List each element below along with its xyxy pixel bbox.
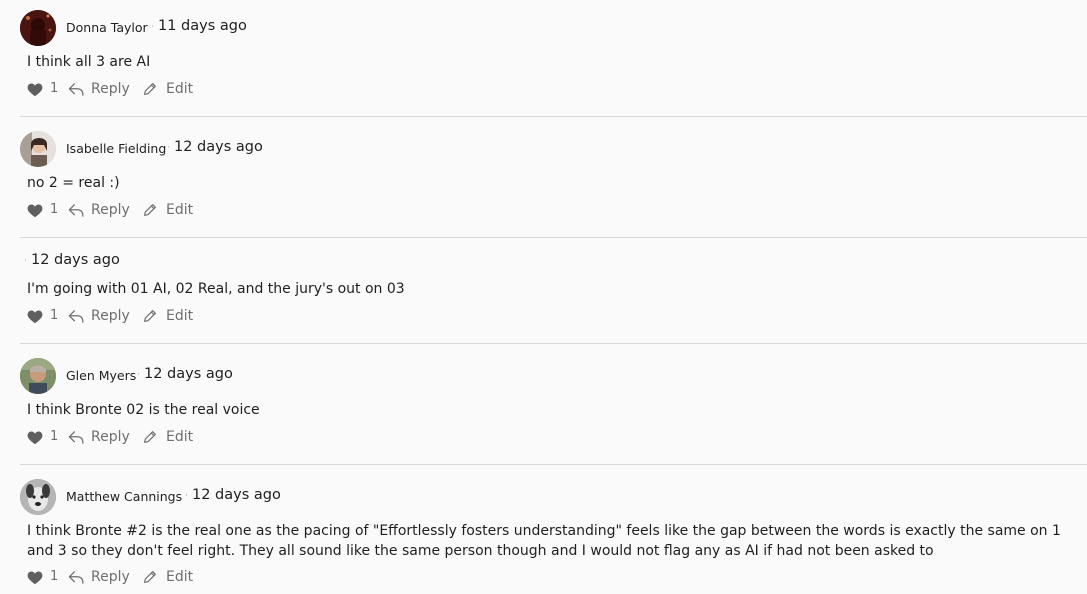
avatar[interactable] [20, 479, 56, 515]
reply-button[interactable]: Reply [68, 567, 130, 587]
like-count: 1 [50, 308, 59, 323]
comment-author[interactable]: Glen Myers [66, 368, 136, 383]
reply-label: Reply [91, 308, 130, 324]
reply-button[interactable]: Reply [68, 200, 130, 220]
like-button[interactable]: 1 [27, 567, 58, 587]
pencil-icon [144, 310, 156, 322]
meta-separator: · [167, 143, 170, 153]
comment-timestamp: 12 days ago [174, 139, 263, 155]
edit-button[interactable]: Edit [142, 427, 193, 447]
reply-icon [68, 309, 84, 323]
edit-label: Edit [166, 308, 194, 324]
meta-separator: · [151, 22, 154, 32]
pencil-icon [144, 83, 156, 95]
like-count: 1 [50, 429, 59, 444]
heart-icon [27, 431, 43, 444]
reply-label: Reply [91, 81, 130, 97]
like-button[interactable]: 1 [27, 427, 58, 447]
edit-button[interactable]: Edit [142, 200, 193, 220]
edit-label: Edit [166, 202, 194, 218]
reply-button[interactable]: Reply [68, 79, 130, 99]
comment-text: I think all 3 are AI [27, 54, 151, 70]
reply-button[interactable]: Reply [68, 427, 130, 447]
reply-label: Reply [91, 569, 130, 585]
comment-divider [20, 237, 1087, 238]
comment-text: I'm going with 01 AI, 02 Real, and the j… [27, 281, 405, 297]
meta-separator: · [24, 256, 27, 266]
avatar[interactable] [20, 358, 56, 394]
edit-label: Edit [166, 429, 194, 445]
like-button[interactable]: 1 [27, 79, 58, 99]
pencil-icon [144, 571, 156, 583]
comment-divider [20, 343, 1087, 344]
comment-timestamp: 12 days ago [31, 252, 120, 268]
edit-button[interactable]: Edit [142, 79, 193, 99]
comment-author[interactable]: Matthew Cannings [66, 489, 182, 504]
heart-icon [27, 310, 43, 323]
heart-icon [27, 571, 43, 584]
reply-icon [68, 203, 84, 217]
heart-icon [27, 83, 43, 96]
reply-icon [68, 570, 84, 584]
comment-timestamp: 11 days ago [158, 18, 247, 34]
like-count: 1 [50, 81, 59, 96]
comment-text: no 2 = real :) [27, 175, 120, 191]
reply-label: Reply [91, 202, 130, 218]
comment-list: Donna Taylor · 11 days ago I think all 3… [0, 0, 1087, 594]
comment-author[interactable]: Isabelle Fielding [66, 141, 166, 156]
reply-button[interactable]: Reply [68, 306, 130, 326]
reply-label: Reply [91, 429, 130, 445]
comment-author[interactable]: Donna Taylor [66, 20, 148, 35]
reply-icon [68, 430, 84, 444]
comment-divider [20, 464, 1087, 465]
pencil-icon [144, 204, 156, 216]
like-button[interactable]: 1 [27, 200, 58, 220]
like-count: 1 [50, 202, 59, 217]
heart-icon [27, 204, 43, 217]
like-count: 1 [50, 569, 59, 584]
edit-label: Edit [166, 569, 194, 585]
like-button[interactable]: 1 [27, 306, 58, 326]
pencil-icon [144, 431, 156, 443]
meta-separator: · [137, 370, 140, 380]
edit-label: Edit [166, 81, 194, 97]
comment-text: I think Bronte #2 is the real one as the… [27, 523, 1061, 559]
avatar[interactable] [20, 131, 56, 167]
comment-timestamp: 12 days ago [192, 487, 281, 503]
meta-separator: · [185, 491, 188, 501]
comment-timestamp: 12 days ago [144, 366, 233, 382]
edit-button[interactable]: Edit [142, 567, 193, 587]
comment-text: I think Bronte 02 is the real voice [27, 402, 260, 418]
avatar[interactable] [20, 10, 56, 46]
edit-button[interactable]: Edit [142, 306, 193, 326]
comment-divider [20, 116, 1087, 117]
reply-icon [68, 82, 84, 96]
